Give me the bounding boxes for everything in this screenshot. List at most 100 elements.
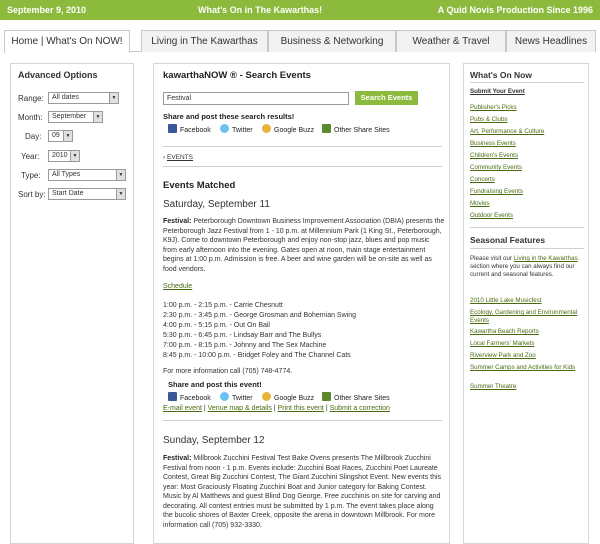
category-link[interactable]: Art, Performance & Culture (470, 128, 584, 136)
print-event-link[interactable]: Print this event (278, 405, 324, 412)
tab-home[interactable]: Home | What's On NOW! (4, 30, 130, 53)
twitter-label: Twitter (232, 395, 253, 402)
tab-news[interactable]: News Headlines (506, 30, 596, 52)
type-select[interactable]: All Types ▼ (48, 169, 126, 181)
facebook-icon (168, 392, 177, 401)
sort-value: Start Date (52, 190, 84, 197)
advanced-options-title: Advanced Options (18, 70, 98, 80)
other-share-link[interactable]: Other Share Sites (322, 124, 390, 134)
category-link[interactable]: Movies (470, 200, 584, 208)
feature-link[interactable]: 2010 Little Lake Musicfest (470, 297, 584, 305)
share-event-prompt: Share and post this event! (168, 380, 262, 389)
chevron-down-icon: ▼ (93, 112, 102, 122)
tab-business[interactable]: Business & Networking (268, 30, 396, 52)
page-title: kawarthaNOW ® - Search Events (163, 70, 311, 81)
event-description-text: Millbrook Zucchini Festival Test Bake Ov… (163, 455, 442, 529)
breadcrumb-events-link[interactable]: EVENTS (167, 154, 193, 161)
divider (470, 227, 584, 228)
sort-label: Sort by: (18, 190, 46, 199)
category-link[interactable]: Concerts (470, 176, 584, 184)
feature-link[interactable]: Local Farmers' Markets (470, 340, 584, 348)
event-date-heading: Saturday, September 11 (163, 199, 270, 210)
google-buzz-share-link[interactable]: Google Buzz (262, 124, 314, 134)
event-description-text: Peterborough Downtown Business Improveme… (163, 218, 445, 273)
email-event-link[interactable]: E-mail event (163, 405, 202, 412)
chevron-down-icon: ▼ (70, 151, 79, 161)
twitter-share-link[interactable]: Twitter (220, 124, 253, 134)
share-sites-icon (322, 124, 331, 133)
feature-link[interactable]: Summer Camps and Activities for Kids (470, 364, 584, 372)
search-events-button[interactable]: Search Events (355, 91, 418, 105)
sort-row: Sort by: Start Date ▼ (16, 188, 130, 200)
seasonal-intro-pre: Please visit our (470, 255, 514, 262)
google-buzz-label: Google Buzz (274, 127, 315, 134)
category-link[interactable]: Pubs & Clubs (470, 116, 584, 124)
event-category: Festival: (163, 218, 192, 225)
google-buzz-icon (262, 124, 271, 133)
range-select[interactable]: All dates ▼ (48, 92, 119, 104)
submit-correction-link[interactable]: Submit a correction (330, 405, 390, 412)
date-label: September 9, 2010 (7, 5, 87, 15)
tab-weather[interactable]: Weather & Travel (396, 30, 506, 52)
divider (470, 82, 584, 83)
facebook-share-link[interactable]: Facebook (168, 392, 211, 402)
event-description: Festival: Peterborough Downtown Business… (163, 217, 445, 274)
other-share-label: Other Share Sites (334, 395, 390, 402)
sort-select[interactable]: Start Date ▼ (48, 188, 126, 200)
twitter-label: Twitter (232, 127, 253, 134)
category-link[interactable]: Outdoor Events (470, 212, 584, 220)
divider (163, 146, 442, 147)
living-kawarthas-link[interactable]: Living in the Kawarthas (514, 255, 578, 262)
schedule-item: 2:30 p.m. - 3:45 p.m. - George Grosman a… (163, 312, 356, 319)
search-results-panel: kawarthaNOW ® - Search Events Festival S… (153, 63, 450, 544)
venue-map-link[interactable]: Venue map & details (208, 405, 272, 412)
search-input[interactable]: Festival (163, 92, 349, 105)
schedule-item: 7:00 p.m. - 8:15 p.m. - Johnny and The S… (163, 342, 327, 349)
category-link[interactable]: Children's Events (470, 152, 584, 160)
google-buzz-icon (262, 392, 271, 401)
category-link[interactable]: Business Events (470, 140, 584, 148)
range-row: Range: All dates ▼ (16, 92, 130, 104)
production-label: A Quid Novis Production Since 1996 (437, 5, 593, 15)
category-link[interactable]: Publisher's Picks (470, 104, 584, 112)
divider (163, 166, 442, 167)
right-sidebar: What's On Now Submit Your Event Publishe… (463, 63, 589, 544)
schedule-link[interactable]: Schedule (163, 283, 192, 290)
range-label: Range: (18, 94, 44, 103)
day-row: Day: 09 ▼ (16, 130, 130, 142)
breadcrumb: › EVENTS (163, 154, 193, 161)
facebook-icon (168, 124, 177, 133)
event-date-heading: Sunday, September 12 (163, 435, 265, 446)
other-share-link[interactable]: Other Share Sites (322, 392, 390, 402)
feature-link[interactable]: Kawartha Beach Reports (470, 328, 584, 336)
type-value: All Types (52, 171, 81, 178)
whats-on-now-title: What's On Now (470, 70, 532, 80)
facebook-share-link[interactable]: Facebook (168, 124, 211, 134)
seasonal-intro: Please visit our Living in the Kawarthas… (470, 255, 584, 279)
feature-link[interactable]: Riverview Park and Zoo (470, 352, 584, 360)
feature-link[interactable]: Ecology, Gardening and Environmental Eve… (470, 309, 584, 324)
tab-living[interactable]: Living in The Kawarthas (141, 30, 268, 52)
other-share-label: Other Share Sites (334, 127, 390, 134)
month-select[interactable]: September ▼ (48, 111, 103, 123)
share-results-prompt: Share and post these search results! (163, 112, 295, 121)
feature-link[interactable]: Summer Theatre (470, 383, 584, 391)
month-label: Month: (18, 113, 43, 122)
year-value: 2010 (52, 152, 68, 159)
day-select[interactable]: 09 ▼ (48, 130, 73, 142)
category-link[interactable]: Community Events (470, 164, 584, 172)
submit-event-link[interactable]: Submit Your Event (470, 88, 584, 96)
twitter-share-link[interactable]: Twitter (220, 392, 253, 402)
category-link[interactable]: Fundraising Events (470, 188, 584, 196)
chevron-down-icon: ▼ (116, 170, 125, 180)
month-value: September (52, 113, 87, 120)
event-actions: E-mail event | Venue map & details | Pri… (163, 405, 390, 412)
schedule-item: 1:00 p.m. - 2:15 p.m. - Carrie Chesnutt (163, 302, 283, 309)
seasonal-intro-post: section where you can always find our cu… (470, 263, 575, 278)
schedule-item: 8:45 p.m. - 10:00 p.m. - Bridget Foley a… (163, 352, 351, 359)
schedule-item: 5:30 p.m. - 6:45 p.m. - Lindsay Barr and… (163, 332, 322, 339)
google-buzz-share-link[interactable]: Google Buzz (262, 392, 314, 402)
chevron-down-icon: ▼ (63, 131, 72, 141)
year-select[interactable]: 2010 ▼ (48, 150, 80, 162)
divider (163, 420, 442, 421)
